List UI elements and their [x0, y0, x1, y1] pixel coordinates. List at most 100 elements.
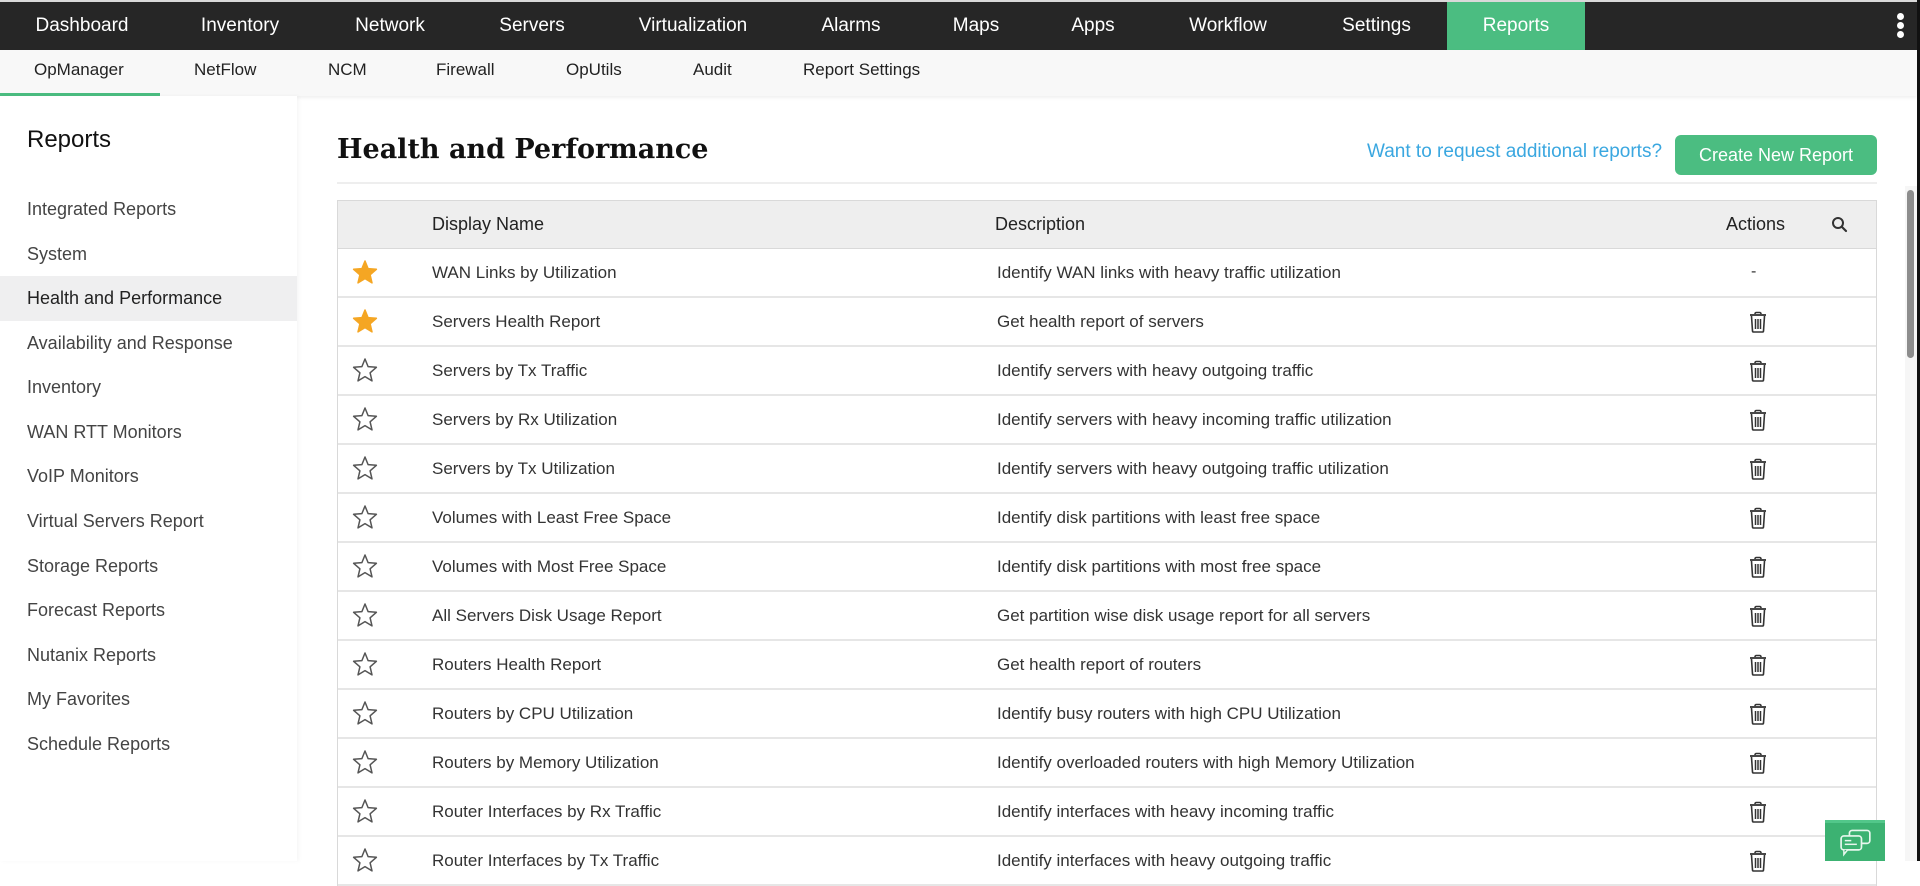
- nav-settings[interactable]: Settings: [1306, 2, 1447, 50]
- sidebar-item-health-and-performance[interactable]: Health and Performance: [0, 276, 297, 321]
- table-row[interactable]: Servers by Tx Traffic Identify servers w…: [338, 347, 1876, 396]
- subnav-firewall[interactable]: Firewall: [436, 50, 495, 96]
- report-description: Identify servers with heavy incoming tra…: [997, 410, 1392, 429]
- report-name[interactable]: All Servers Disk Usage Report: [432, 592, 662, 639]
- trash-icon[interactable]: [1746, 800, 1770, 824]
- subnav-report-settings[interactable]: Report Settings: [803, 50, 920, 96]
- nav-virtualization[interactable]: Virtualization: [600, 2, 786, 50]
- sidebar-item-voip-monitors[interactable]: VoIP Monitors: [0, 454, 297, 498]
- nav-servers[interactable]: Servers: [464, 2, 600, 50]
- table-row[interactable]: Router Interfaces by Rx Traffic Identify…: [338, 788, 1876, 837]
- nav-apps[interactable]: Apps: [1036, 2, 1150, 50]
- sidebar-item-integrated-reports[interactable]: Integrated Reports: [0, 187, 297, 231]
- sidebar-item-schedule-reports[interactable]: Schedule Reports: [0, 722, 297, 766]
- table-row[interactable]: Routers Health Report Get health report …: [338, 641, 1876, 690]
- sidebar-item-storage-reports[interactable]: Storage Reports: [0, 544, 297, 588]
- subnav-ncm[interactable]: NCM: [328, 50, 367, 96]
- star-filled-icon[interactable]: [352, 259, 378, 285]
- star-outline-icon[interactable]: [352, 553, 378, 579]
- sidebar-item-my-favorites[interactable]: My Favorites: [0, 677, 297, 721]
- report-name[interactable]: Routers Health Report: [432, 641, 601, 688]
- nav-workflow[interactable]: Workflow: [1150, 2, 1306, 50]
- sidebar-item-availability-and-response[interactable]: Availability and Response: [0, 321, 297, 365]
- subnav-audit[interactable]: Audit: [693, 50, 732, 96]
- star-outline-icon[interactable]: [352, 406, 378, 432]
- star-outline-icon[interactable]: [352, 357, 378, 383]
- reports-sidebar: Reports Integrated Reports System Health…: [0, 96, 297, 861]
- star-outline-icon[interactable]: [352, 504, 378, 530]
- trash-icon[interactable]: [1746, 359, 1770, 383]
- sidebar-item-wan-rtt-monitors[interactable]: WAN RTT Monitors: [0, 410, 297, 454]
- sidebar-item-forecast-reports[interactable]: Forecast Reports: [0, 588, 297, 632]
- table-row[interactable]: Router Interfaces by Tx Traffic Identify…: [338, 837, 1876, 886]
- trash-icon[interactable]: [1746, 751, 1770, 775]
- header-display-name[interactable]: Display Name: [432, 201, 544, 248]
- report-name[interactable]: Servers by Tx Utilization: [432, 445, 615, 492]
- table-body: WAN Links by Utilization Identify WAN li…: [338, 249, 1876, 886]
- subnav-oputils[interactable]: OpUtils: [566, 50, 622, 96]
- sidebar-item-virtual-servers-report[interactable]: Virtual Servers Report: [0, 499, 297, 543]
- chat-button[interactable]: [1825, 820, 1885, 861]
- table-row[interactable]: Servers by Rx Utilization Identify serve…: [338, 396, 1876, 445]
- star-outline-icon[interactable]: [352, 749, 378, 775]
- report-description: Get health report of servers: [997, 312, 1204, 331]
- trash-icon[interactable]: [1746, 408, 1770, 432]
- star-outline-icon[interactable]: [352, 847, 378, 873]
- report-name[interactable]: Servers Health Report: [432, 298, 600, 345]
- nav-reports[interactable]: Reports: [1447, 2, 1585, 50]
- report-name[interactable]: Volumes with Most Free Space: [432, 543, 666, 590]
- create-new-report-button[interactable]: Create New Report: [1675, 135, 1877, 175]
- trash-icon[interactable]: [1746, 310, 1770, 334]
- sub-nav: OpManager NetFlow NCM Firewall OpUtils A…: [0, 50, 1917, 97]
- star-outline-icon[interactable]: [352, 700, 378, 726]
- trash-icon[interactable]: [1746, 849, 1770, 873]
- request-reports-link[interactable]: Want to request additional reports?: [1367, 141, 1662, 163]
- trash-icon[interactable]: [1746, 653, 1770, 677]
- scrollbar-thumb[interactable]: [1907, 190, 1914, 358]
- report-name[interactable]: Router Interfaces by Rx Traffic: [432, 788, 661, 835]
- nav-maps[interactable]: Maps: [916, 2, 1036, 50]
- table-row[interactable]: Volumes with Least Free Space Identify d…: [338, 494, 1876, 543]
- table-row[interactable]: Servers by Tx Utilization Identify serve…: [338, 445, 1876, 494]
- main-nav: Dashboard Inventory Network Servers Virt…: [0, 2, 1917, 50]
- table-row[interactable]: Servers Health Report Get health report …: [338, 298, 1876, 347]
- kebab-vertical-icon[interactable]: [1895, 12, 1905, 42]
- star-outline-icon[interactable]: [352, 602, 378, 628]
- sidebar-item-system[interactable]: System: [0, 232, 297, 276]
- nav-inventory[interactable]: Inventory: [164, 2, 316, 50]
- report-name[interactable]: Servers by Rx Utilization: [432, 396, 617, 443]
- nav-dashboard[interactable]: Dashboard: [0, 2, 164, 50]
- report-name[interactable]: WAN Links by Utilization: [432, 249, 617, 296]
- trash-icon[interactable]: [1746, 506, 1770, 530]
- star-outline-icon[interactable]: [352, 651, 378, 677]
- table-row[interactable]: Routers by CPU Utilization Identify busy…: [338, 690, 1876, 739]
- star-outline-icon[interactable]: [352, 798, 378, 824]
- star-outline-icon[interactable]: [352, 455, 378, 481]
- nav-network[interactable]: Network: [316, 2, 464, 50]
- header-description[interactable]: Description: [995, 201, 1085, 248]
- search-icon[interactable]: [1830, 215, 1850, 235]
- header-actions: Actions: [1726, 214, 1786, 234]
- report-name[interactable]: Routers by CPU Utilization: [432, 690, 633, 737]
- table-row[interactable]: WAN Links by Utilization Identify WAN li…: [338, 249, 1876, 298]
- sidebar-item-inventory[interactable]: Inventory: [0, 365, 297, 409]
- subnav-netflow[interactable]: NetFlow: [194, 50, 256, 96]
- table-row[interactable]: Volumes with Most Free Space Identify di…: [338, 543, 1876, 592]
- trash-icon[interactable]: [1746, 457, 1770, 481]
- nav-alarms[interactable]: Alarms: [786, 2, 916, 50]
- report-description: Identify overloaded routers with high Me…: [997, 753, 1415, 772]
- report-description: Identify interfaces with heavy incoming …: [997, 802, 1335, 821]
- report-description: Identify busy routers with high CPU Util…: [997, 704, 1341, 723]
- report-name[interactable]: Servers by Tx Traffic: [432, 347, 587, 394]
- trash-icon[interactable]: [1746, 604, 1770, 628]
- title-divider: [337, 182, 1877, 184]
- table-row[interactable]: All Servers Disk Usage Report Get partit…: [338, 592, 1876, 641]
- sidebar-item-nutanix-reports[interactable]: Nutanix Reports: [0, 633, 297, 677]
- report-name[interactable]: Routers by Memory Utilization: [432, 739, 659, 786]
- subnav-opmanager[interactable]: OpManager: [34, 50, 124, 96]
- trash-icon[interactable]: [1746, 702, 1770, 726]
- table-row[interactable]: Routers by Memory Utilization Identify o…: [338, 739, 1876, 788]
- star-filled-icon[interactable]: [352, 308, 378, 334]
- report-name[interactable]: Volumes with Least Free Space: [432, 494, 671, 541]
- trash-icon[interactable]: [1746, 555, 1770, 579]
